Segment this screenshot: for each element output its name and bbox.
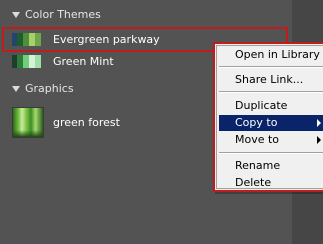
menu-item-copy-to[interactable]: Copy to (219, 115, 323, 131)
menu-separator (219, 152, 323, 154)
context-menu-body: Open in Library Share Link... Duplicate … (216, 45, 323, 189)
section-header-graphics[interactable]: Graphics (0, 80, 200, 98)
menu-item-duplicate[interactable]: Duplicate (219, 98, 323, 114)
swatch-color-5 (35, 55, 41, 68)
menu-item-label: Duplicate (235, 99, 288, 112)
menu-item-move-to[interactable]: Move to (219, 132, 323, 148)
menu-item-open-in-library[interactable]: Open in Library (219, 47, 323, 63)
context-menu-shadow (215, 192, 323, 194)
menu-item-label: Copy to (235, 116, 278, 129)
item-name: Green Mint (53, 55, 114, 68)
expand-triangle-icon[interactable] (12, 12, 20, 18)
menu-item-label: Rename (235, 159, 281, 172)
section-title: Graphics (25, 82, 74, 95)
section-title: Color Themes (25, 8, 101, 21)
menu-item-label: Share Link... (235, 73, 304, 86)
menu-item-label: Delete (235, 176, 272, 189)
color-theme-swatch (12, 55, 41, 68)
submenu-arrow-icon (317, 136, 321, 144)
menu-item-label: Move to (235, 133, 280, 146)
expand-triangle-icon[interactable] (12, 86, 20, 92)
context-menu: Open in Library Share Link... Duplicate … (213, 42, 323, 192)
menu-item-label: Open in Library (235, 48, 320, 61)
menu-item-delete[interactable]: Delete (219, 175, 323, 191)
graphic-thumbnail[interactable] (12, 107, 44, 138)
menu-item-share-link[interactable]: Share Link... (219, 72, 323, 88)
menu-separator (219, 66, 323, 68)
menu-separator (219, 91, 323, 93)
menu-item-rename[interactable]: Rename (219, 158, 323, 174)
section-header-color-themes[interactable]: Color Themes (0, 6, 200, 24)
item-name: green forest (53, 116, 120, 129)
submenu-arrow-icon (317, 119, 321, 127)
